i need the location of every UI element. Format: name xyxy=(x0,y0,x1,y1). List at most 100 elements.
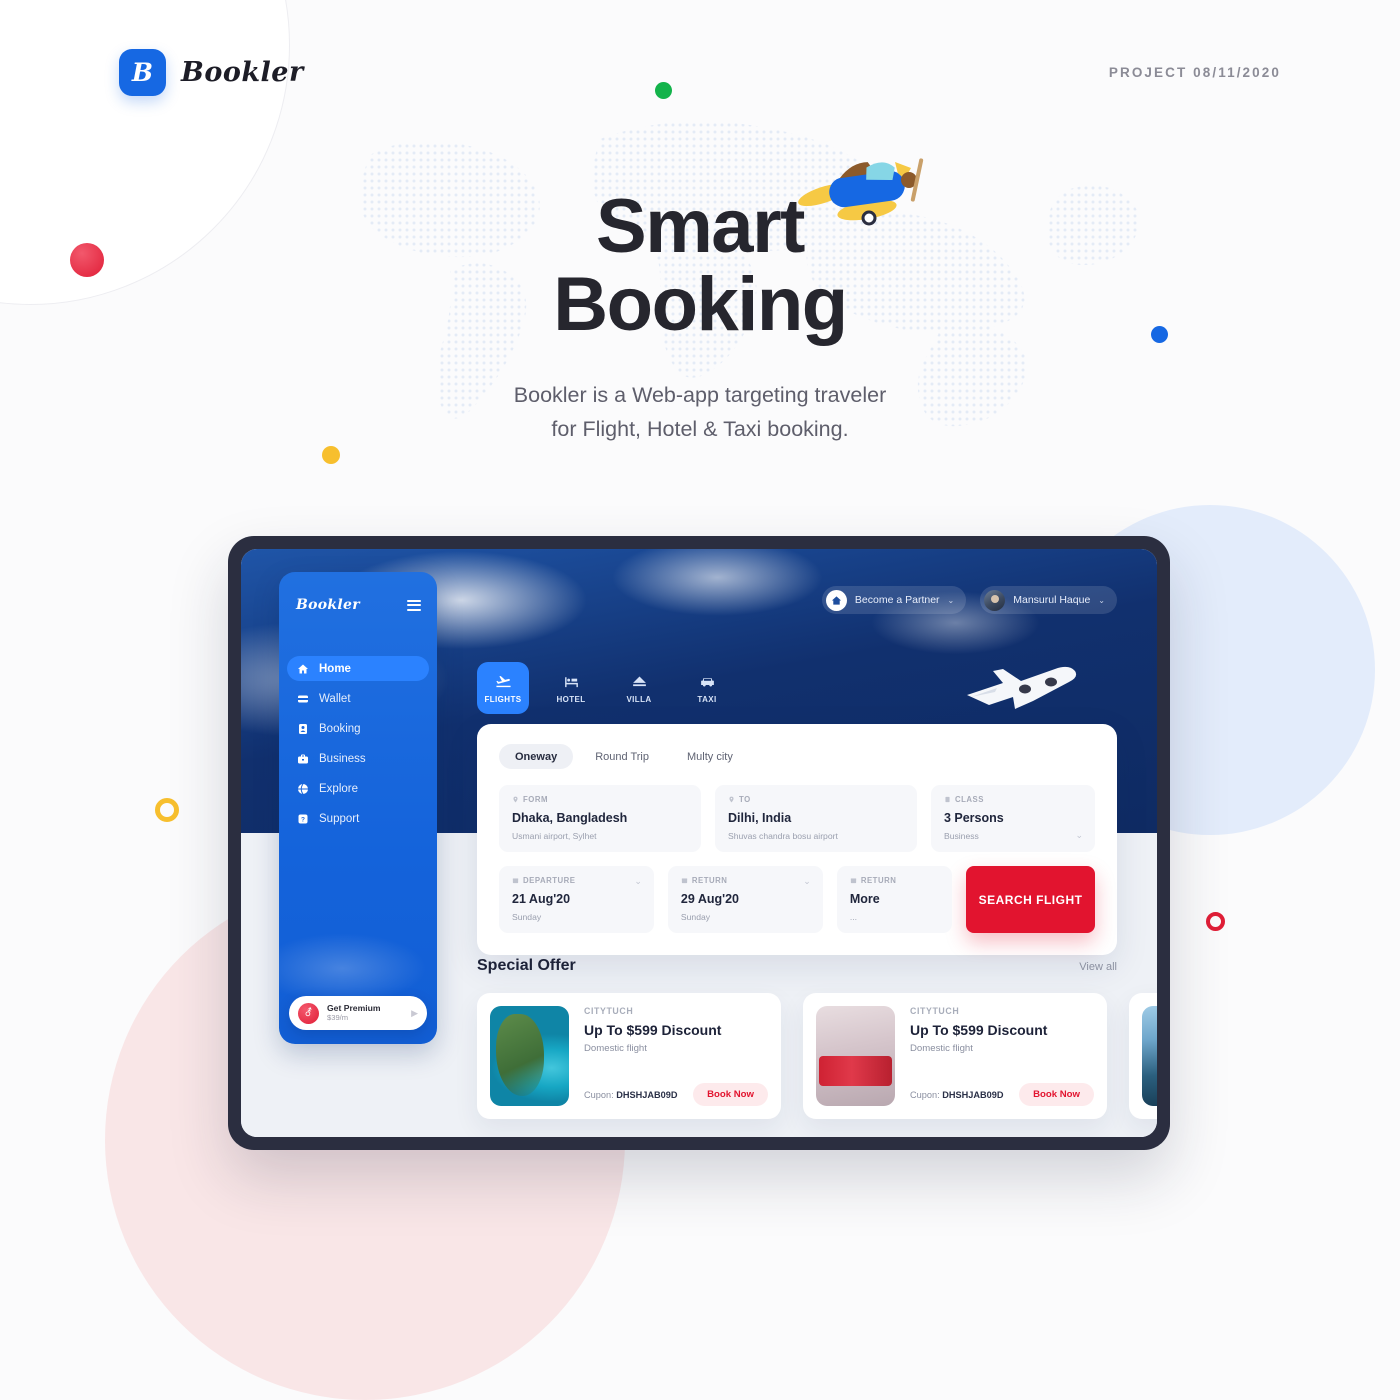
offer-footer: Cupon: DHSHJAB09D Book Now xyxy=(584,1083,768,1106)
from-field[interactable]: FORM Dhaka, Bangladesh Usmani airport, S… xyxy=(499,785,701,852)
become-a-partner-button[interactable]: Become a Partner ⌄ xyxy=(821,586,967,614)
view-all-link[interactable]: View all xyxy=(1079,961,1117,973)
sidebar-item-explore[interactable]: Explore xyxy=(287,776,429,801)
tab-label: VILLA xyxy=(626,694,652,704)
return-field-sub: Sunday xyxy=(680,912,711,922)
trip-tab-multy-city[interactable]: Multy city xyxy=(671,744,749,769)
sidebar-item-business[interactable]: Business xyxy=(287,746,429,771)
plane-takeoff-icon xyxy=(495,675,511,687)
book-now-button[interactable]: Book Now xyxy=(693,1083,768,1106)
book-now-button[interactable]: Book Now xyxy=(1019,1083,1094,1106)
trip-tab-oneway[interactable]: Oneway xyxy=(499,744,574,769)
svg-text:?: ? xyxy=(301,816,305,823)
search-flight-button[interactable]: SEARCH FLIGHT xyxy=(966,866,1096,933)
sidebar-header: Bookler xyxy=(279,590,437,620)
search-fields-row-1: FORM Dhaka, Bangladesh Usmani airport, S… xyxy=(499,785,1095,852)
decorative-ring-yellow xyxy=(155,798,179,822)
chevron-down-icon[interactable]: ⌄ xyxy=(634,876,642,887)
to-field-label: TO xyxy=(728,795,904,804)
premium-price: $39/m xyxy=(327,1012,349,1022)
to-field-value: Dilhi, India xyxy=(727,811,792,825)
app-sidebar: Bookler Home Wallet Booking Business Exp… xyxy=(279,572,437,1044)
special-offer-header: Special Offer View all xyxy=(477,957,1117,975)
hero-title-line2: Booking xyxy=(553,261,848,347)
tab-villa[interactable]: VILLA xyxy=(613,662,665,714)
class-field-label: CLASS xyxy=(944,795,1082,804)
sidebar-item-wallet[interactable]: Wallet xyxy=(287,686,429,711)
project-date-tag: PROJECT 08/11/2020 xyxy=(1108,65,1281,80)
return-field[interactable]: RETURN 29 Aug'20 Sunday ⌄ xyxy=(667,866,823,933)
offer-thumbnail xyxy=(490,1006,569,1106)
booking-icon xyxy=(297,723,309,735)
calendar-icon xyxy=(850,878,856,884)
support-icon: ? xyxy=(297,813,309,825)
sidebar-item-label: Business xyxy=(319,752,366,765)
sidebar-item-support[interactable]: ? Support xyxy=(287,806,429,831)
offer-footer: Cupon: DHSHJAB09D Book Now xyxy=(910,1083,1094,1106)
class-field[interactable]: CLASS 3 Persons Business ⌄ xyxy=(930,785,1095,852)
more-field[interactable]: RETURN More ... xyxy=(836,866,953,933)
offer-info: CITYTUCH Up To $599 Discount Domestic fl… xyxy=(584,1006,768,1106)
to-field[interactable]: TO Dilhi, India Shuvas chandra bosu airp… xyxy=(714,785,917,852)
offer-card[interactable]: CITYTUCH Up To $599 Discount Domestic fl… xyxy=(1129,993,1157,1119)
brand-name: Bookler xyxy=(181,57,304,88)
user-account-button[interactable]: Mansurul Haque ⌄ xyxy=(980,586,1117,614)
sidebar-item-booking[interactable]: Booking xyxy=(287,716,429,741)
sidebar-item-home[interactable]: Home xyxy=(287,656,429,681)
sidebar-item-label: Home xyxy=(319,662,351,675)
offer-card[interactable]: CITYTUCH Up To $599 Discount Domestic fl… xyxy=(803,993,1107,1119)
class-field-value: 3 Persons xyxy=(943,811,1004,825)
tab-label: HOTEL xyxy=(556,694,586,704)
partner-label: Become a Partner xyxy=(854,594,940,606)
home-icon xyxy=(297,663,309,675)
trip-tab-round-trip[interactable]: Round Trip xyxy=(579,744,665,769)
wallet-icon xyxy=(297,693,309,705)
hero-subtitle: Bookler is a Web-app targeting traveler … xyxy=(0,379,1400,446)
globe-icon xyxy=(297,783,309,795)
decorative-dot-green xyxy=(655,82,672,99)
departure-field-label: DEPARTURE xyxy=(512,876,641,885)
more-field-value: More xyxy=(849,892,880,906)
sidebar-nav: Home Wallet Booking Business Explore ? S… xyxy=(279,656,437,831)
chevron-right-icon: ▶ xyxy=(411,1007,418,1018)
hero-section: Smart Booking Bookler is a Web-app targe… xyxy=(0,188,1400,446)
chevron-down-icon[interactable]: ⌄ xyxy=(803,876,811,887)
sidebar-item-label: Booking xyxy=(319,722,361,735)
offer-info: CITYTUCH Up To $599 Discount Domestic fl… xyxy=(910,1006,1094,1106)
hero-subtitle-line1: Bookler is a Web-app targeting traveler xyxy=(513,383,887,408)
special-offer-list: CITYTUCH Up To $599 Discount Domestic fl… xyxy=(477,993,1157,1119)
tab-label: TAXI xyxy=(697,694,717,704)
sidebar-item-label: Support xyxy=(319,812,360,825)
calendar-icon xyxy=(512,878,519,884)
tab-flights[interactable]: FLIGHTS xyxy=(477,662,529,714)
tab-taxi[interactable]: TAXI xyxy=(681,662,733,714)
pin-icon xyxy=(513,796,518,803)
house-icon xyxy=(825,589,847,611)
tab-hotel[interactable]: HOTEL xyxy=(545,662,597,714)
user-name-label: Mansurul Haque xyxy=(1013,594,1091,606)
from-field-label: FORM xyxy=(512,795,688,804)
get-premium-card[interactable]: ⚦ Get Premium $39/m ▶ xyxy=(289,996,427,1030)
offer-coupon: Cupon: DHSHJAB09D xyxy=(584,1089,678,1100)
brand-mark-icon: B xyxy=(119,49,166,96)
trip-type-tabs: Oneway Round Trip Multy city xyxy=(499,744,1095,769)
offer-thumbnail xyxy=(816,1006,895,1106)
premium-text: Get Premium $39/m xyxy=(327,1003,403,1022)
special-offer-title: Special Offer xyxy=(477,957,576,974)
pin-icon xyxy=(729,796,734,803)
brand-logo[interactable]: B Bookler xyxy=(119,49,304,96)
sidebar-item-label: Wallet xyxy=(319,692,351,705)
offer-brand: CITYTUCH xyxy=(584,1006,634,1016)
medal-icon: ⚦ xyxy=(298,1002,319,1024)
page-title: Smart Booking xyxy=(0,188,1400,343)
return-field-label: RETURN xyxy=(681,876,810,885)
departure-field-sub: Sunday xyxy=(512,912,542,922)
chevron-down-icon[interactable]: ⌄ xyxy=(1075,830,1083,841)
from-field-value: Dhaka, Bangladesh xyxy=(512,811,628,825)
hamburger-icon[interactable] xyxy=(407,599,421,611)
seat-icon xyxy=(945,796,950,803)
departure-field[interactable]: DEPARTURE 21 Aug'20 Sunday ⌄ xyxy=(499,866,654,933)
offer-card[interactable]: CITYTUCH Up To $599 Discount Domestic fl… xyxy=(477,993,781,1119)
more-field-sub: ... xyxy=(849,912,858,922)
offer-subtitle: Domestic flight xyxy=(910,1043,973,1054)
